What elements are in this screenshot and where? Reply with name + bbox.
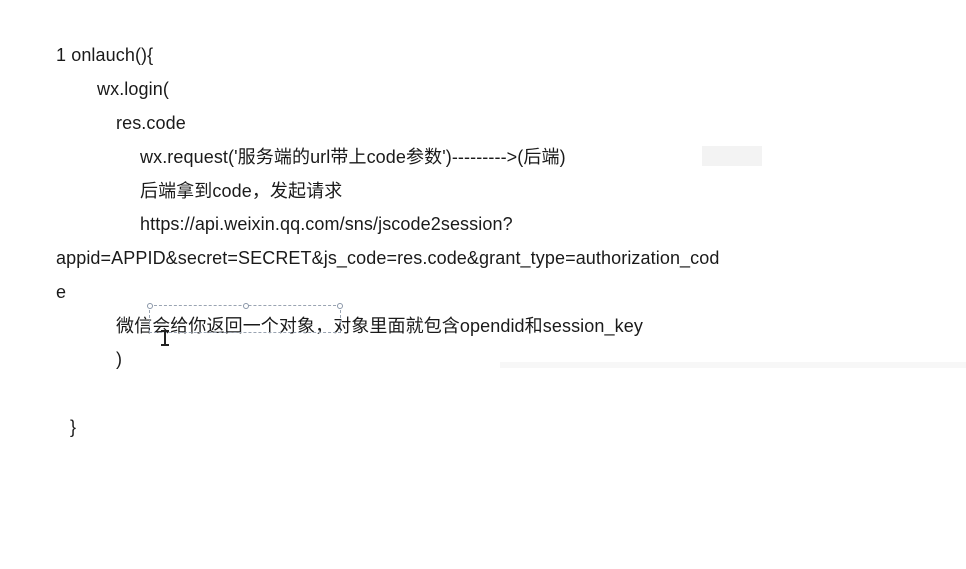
selection-handle-top-right[interactable] [337, 303, 343, 309]
selection-handle-top-left[interactable] [147, 303, 153, 309]
code-line-close-paren: ) [116, 349, 123, 369]
text-selection-box[interactable] [147, 303, 343, 333]
code-line-wx-request: wx.request('服务端的url带上code参数')--------->(… [140, 147, 566, 167]
background-artifact [702, 146, 762, 166]
code-line-onlaunch: 1 onlauch(){ [56, 45, 154, 65]
code-line-wx-login: wx.login( [97, 79, 169, 99]
code-line-res-code: res.code [116, 113, 186, 133]
code-line-close-brace: } [70, 417, 77, 437]
code-line-query-params: appid=APPID&secret=SECRET&js_code=res.co… [56, 248, 720, 268]
document-canvas[interactable]: 1 onlauch(){ wx.login( res.code wx.reque… [0, 0, 966, 569]
text-cursor-icon [160, 330, 170, 346]
code-line-api-url: https://api.weixin.qq.com/sns/jscode2ses… [140, 214, 513, 234]
background-artifact [500, 362, 966, 368]
code-line-backend-request: 后端拿到code，发起请求 [140, 181, 343, 201]
selection-handle-top-middle[interactable] [243, 303, 249, 309]
code-line-query-params-wrap: e [56, 282, 67, 302]
